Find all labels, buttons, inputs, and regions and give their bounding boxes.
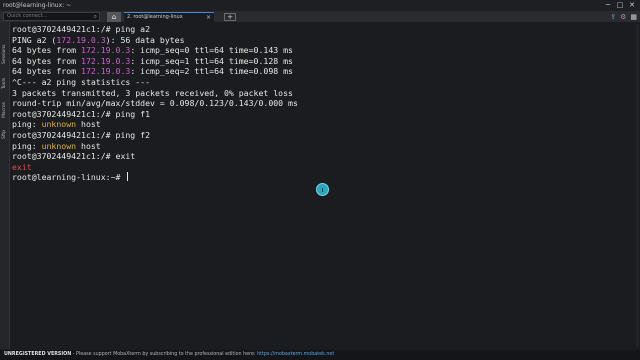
new-tab-button[interactable]: +: [224, 13, 236, 21]
minimize-icon[interactable]: ─: [602, 0, 614, 11]
quick-connect-placeholder: Quick connect...: [7, 13, 48, 19]
terminal-text: exit: [12, 161, 32, 172]
terminal-text: unknown: [41, 119, 77, 130]
terminal-text: 64 bytes from: [12, 55, 82, 66]
sidebar-tab-tools[interactable]: Tools: [0, 72, 10, 94]
sidebar-tab-sftp[interactable]: Sftp: [0, 126, 10, 144]
terminal-text: ^C--- a2 ping statistics ---: [12, 76, 151, 87]
terminal-line: exit: [12, 162, 634, 173]
subscribe-link[interactable]: https://mobaxterm.mobatek.net: [257, 352, 334, 357]
tab-bar: Quick connect... ⌕ ⌂ 2. root@learning-li…: [0, 11, 640, 22]
search-icon: ⌕: [93, 13, 97, 20]
terminal-line: 64 bytes from 172.19.0.3: icmp_seq=1 ttl…: [12, 56, 634, 67]
terminal-text: unknown: [41, 140, 77, 151]
terminal-text: root@learning-linux:~#: [12, 172, 126, 183]
gear-icon[interactable]: ⚙: [620, 12, 626, 22]
terminal-line: 64 bytes from 172.19.0.3: icmp_seq=0 ttl…: [12, 45, 634, 56]
grid-icon[interactable]: ▦: [630, 12, 637, 22]
terminal-text: ): 56 data bytes: [105, 34, 185, 45]
terminal-text: 3 packets transmitted, 3 packets receive…: [12, 87, 293, 98]
terminal-text: host: [76, 140, 101, 151]
terminal-line: root@3702449421c1:/# ping a2: [12, 24, 634, 35]
tabbar-tools: ⇪ ⚙ ▦: [610, 12, 637, 22]
terminal-text: ping:: [12, 119, 42, 130]
status-message: - Please support MobaXterm by subscribin…: [71, 352, 258, 357]
terminal-text: PING a2 (: [12, 34, 57, 45]
terminal-text: : icmp_seq=1 ttl=64 time=0.128 ms: [130, 55, 293, 66]
sidebar-tab-macros[interactable]: Macros: [0, 98, 10, 122]
title-bar: root@learning-linux: ~ ─ □ ✕: [0, 0, 640, 11]
terminal-line: root@3702449421c1:/# ping f2: [12, 130, 634, 141]
status-bar: UNREGISTERED VERSION - Please support Mo…: [0, 350, 640, 360]
terminal-cursor: [127, 172, 129, 182]
terminal-text: 64 bytes from: [12, 45, 82, 56]
terminal-text: 172.19.0.3: [81, 66, 131, 77]
sidebar: Sessions Tools Macros Sftp: [0, 22, 10, 349]
tab-close-icon[interactable]: ×: [206, 13, 211, 22]
maximize-icon[interactable]: □: [614, 0, 626, 11]
window-controls: ─ □ ✕: [602, 0, 638, 11]
terminal-text: root@3702449421c1:/# ping f2: [12, 129, 151, 140]
upload-icon[interactable]: ⇪: [610, 12, 616, 22]
terminal-line: ^C--- a2 ping statistics ---: [12, 77, 634, 88]
terminal-text: host: [76, 119, 101, 130]
text-cursor-icon: [322, 188, 323, 192]
terminal-text: root@3702449421c1:/# ping a2: [12, 24, 151, 34]
terminal-text: : icmp_seq=2 ttl=64 time=0.098 ms: [130, 66, 293, 77]
terminal-line: 64 bytes from 172.19.0.3: icmp_seq=2 ttl…: [12, 66, 634, 77]
terminal-scrollbar[interactable]: [636, 24, 639, 347]
mouse-pointer-highlight: [316, 183, 329, 196]
terminal-text: ping:: [12, 140, 42, 151]
terminal-line: ping: unknown host: [12, 119, 634, 130]
tab-session-2[interactable]: 2. root@learning-linux ×: [124, 12, 214, 22]
terminal-text: 64 bytes from: [12, 66, 82, 77]
close-icon[interactable]: ✕: [626, 0, 638, 11]
sidebar-tab-sessions[interactable]: Sessions: [0, 40, 10, 68]
terminal-text: 172.19.0.3: [81, 45, 131, 56]
quick-connect-input[interactable]: Quick connect... ⌕: [3, 12, 100, 21]
terminal-line: ping: unknown host: [12, 141, 634, 152]
terminal-line: round-trip min/avg/max/stddev = 0.098/0.…: [12, 98, 634, 109]
terminal-text: root@3702449421c1:/# ping f1: [12, 108, 151, 119]
terminal-line: PING a2 (172.19.0.3): 56 data bytes: [12, 35, 634, 46]
terminal-text: : icmp_seq=0 ttl=64 time=0.143 ms: [130, 45, 293, 56]
terminal-text: round-trip min/avg/max/stddev = 0.098/0.…: [12, 98, 298, 109]
terminal-line: 3 packets transmitted, 3 packets receive…: [12, 88, 634, 99]
terminal-line: root@learning-linux:~#: [12, 172, 634, 183]
tab-label: 2. root@learning-linux: [127, 14, 183, 20]
window-title: root@learning-linux: ~: [3, 2, 72, 9]
terminal-line: root@3702449421c1:/# exit: [12, 151, 634, 162]
home-tab[interactable]: ⌂: [107, 12, 121, 22]
terminal-line: root@3702449421c1:/# ping f1: [12, 109, 634, 120]
terminal-text: 172.19.0.3: [56, 34, 106, 45]
terminal-text: 172.19.0.3: [81, 55, 131, 66]
terminal-text: root@3702449421c1:/# exit: [12, 151, 136, 162]
unregistered-label: UNREGISTERED VERSION: [4, 352, 72, 357]
home-icon: ⌂: [111, 13, 117, 21]
